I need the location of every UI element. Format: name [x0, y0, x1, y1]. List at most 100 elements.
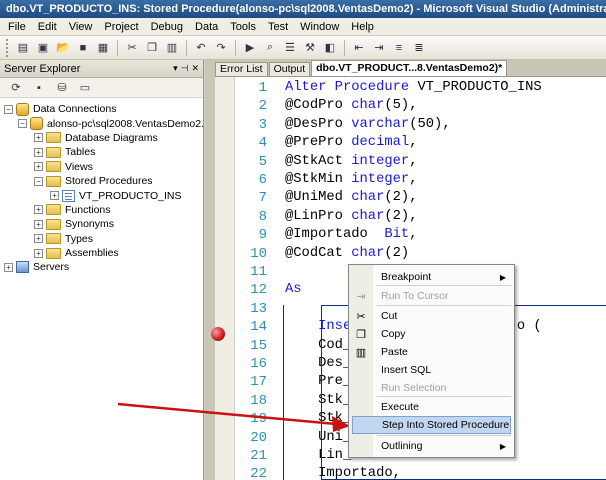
- code-line: @DesPro varchar(50),: [285, 117, 451, 132]
- find-icon[interactable]: ⌕: [262, 40, 278, 56]
- collapse-icon[interactable]: −: [18, 119, 27, 129]
- tab-error-list[interactable]: Error List: [215, 62, 268, 76]
- code-line: Alter Procedure VT_PRODUCTO_INS: [285, 80, 542, 95]
- stop-refresh-icon[interactable]: ▪: [31, 80, 47, 96]
- context-menu-item-breakpoint[interactable]: Breakpoint ▶: [349, 268, 514, 286]
- line-number: 22: [250, 466, 267, 480]
- expand-icon[interactable]: +: [34, 162, 43, 172]
- line-number: 2: [258, 98, 267, 115]
- run-to-cursor-icon: ⇥: [356, 290, 366, 303]
- tree-node-views[interactable]: + Views: [0, 160, 203, 174]
- connect-database-icon[interactable]: ⛁: [54, 80, 70, 96]
- tree-node-servers[interactable]: + Servers: [0, 260, 203, 274]
- context-menu-item-insert-sql[interactable]: Insert SQL: [349, 361, 514, 379]
- code-token: (2),: [384, 208, 418, 224]
- refresh-icon[interactable]: ⟳: [8, 80, 24, 96]
- indent-icon[interactable]: ⇥: [371, 40, 387, 56]
- context-menu-item-cut[interactable]: ✂ Cut: [349, 307, 514, 325]
- collapse-icon[interactable]: −: [4, 104, 13, 114]
- folder-icon: [46, 175, 61, 187]
- database-connection-icon: [30, 117, 43, 131]
- menu-help[interactable]: Help: [345, 18, 380, 36]
- dropdown-icon[interactable]: ▾: [173, 63, 178, 74]
- tree-node-vt-producto-ins[interactable]: + VT_PRODUCTO_INS: [0, 188, 203, 202]
- redo-icon[interactable]: ↷: [213, 40, 229, 56]
- line-number: 19: [250, 411, 267, 428]
- close-icon[interactable]: ✕: [191, 63, 199, 74]
- cut-icon[interactable]: ✂: [124, 40, 140, 56]
- collapse-icon[interactable]: −: [34, 176, 43, 186]
- tree-node-tables[interactable]: + Tables: [0, 145, 203, 159]
- tree-node-assemblies[interactable]: + Assemblies: [0, 246, 203, 260]
- expand-icon[interactable]: +: [50, 191, 59, 201]
- menu-project[interactable]: Project: [98, 18, 144, 36]
- toolbox-icon[interactable]: ⚒: [302, 40, 318, 56]
- new-project-icon[interactable]: ▤: [15, 40, 31, 56]
- tree-node-types[interactable]: + Types: [0, 232, 203, 246]
- solution-explorer-icon[interactable]: ◧: [322, 40, 338, 56]
- properties-icon[interactable]: ☰: [282, 40, 298, 56]
- tree-node-functions[interactable]: + Functions: [0, 203, 203, 217]
- line-number: 1: [258, 80, 267, 96]
- sql-keyword: decimal: [351, 135, 410, 151]
- outdent-icon[interactable]: ⇤: [351, 40, 367, 56]
- code-line: @UniMed char(2),: [285, 190, 418, 205]
- context-menu-item-run-to-cursor[interactable]: ⇥ Run To Cursor: [349, 287, 514, 305]
- tab-output[interactable]: Output: [268, 62, 311, 76]
- uncomment-icon[interactable]: ≣: [411, 40, 427, 56]
- context-menu-label: Execute: [381, 401, 419, 413]
- tree-node-database-diagrams[interactable]: + Database Diagrams: [0, 131, 203, 145]
- line-number: 3: [258, 116, 267, 133]
- copy-icon[interactable]: ❐: [144, 40, 160, 56]
- context-menu-item-copy[interactable]: ❐ Copy: [349, 325, 514, 343]
- context-menu-item-step-into-stored-procedure[interactable]: Step Into Stored Procedure: [352, 416, 511, 434]
- paste-icon[interactable]: ▥: [164, 40, 180, 56]
- expand-icon[interactable]: +: [34, 205, 43, 215]
- line-number: 13: [250, 300, 267, 317]
- code-line: @CodPro char(5),: [285, 98, 418, 113]
- tree-node-label: VT_PRODUCTO_INS: [79, 189, 182, 202]
- menu-tools[interactable]: Tools: [224, 18, 262, 36]
- comment-icon[interactable]: ≡: [391, 40, 407, 56]
- indicator-margin[interactable]: [215, 77, 235, 480]
- expand-icon[interactable]: +: [34, 147, 43, 157]
- connect-server-icon[interactable]: ▭: [77, 80, 93, 96]
- tree-node-stored-procedures[interactable]: − Stored Procedures: [0, 174, 203, 188]
- context-menu: Breakpoint ▶ ⇥ Run To Cursor ✂ Cut ❐ Copy ▥ Paste…: [348, 264, 515, 458]
- add-item-icon[interactable]: ▣: [35, 40, 51, 56]
- menu-edit[interactable]: Edit: [32, 18, 63, 36]
- save-all-icon[interactable]: ▦: [95, 40, 111, 56]
- server-explorer-tree: − Data Connections − alonso-pc\sql2008.V…: [0, 98, 204, 275]
- expand-icon[interactable]: +: [4, 262, 13, 272]
- tree-node-data-connections[interactable]: − Data Connections: [0, 102, 203, 116]
- undo-icon[interactable]: ↶: [193, 40, 209, 56]
- save-icon[interactable]: ■: [75, 40, 91, 56]
- toolbar-grip[interactable]: [6, 38, 10, 57]
- pin-icon[interactable]: ⊣: [181, 63, 189, 74]
- document-tabs: Error List Output dbo.VT_PRODUCT...8.Ven…: [215, 60, 508, 76]
- expand-icon[interactable]: +: [34, 219, 43, 229]
- menu-view[interactable]: View: [63, 18, 99, 36]
- expand-icon[interactable]: +: [34, 248, 43, 258]
- code-token: @StkMin: [285, 172, 352, 187]
- tab-stored-procedure[interactable]: dbo.VT_PRODUCT...8.VentasDemo2)*: [311, 60, 508, 76]
- expand-icon[interactable]: +: [34, 234, 43, 244]
- context-menu-item-execute[interactable]: Execute: [349, 398, 514, 416]
- expand-icon[interactable]: +: [34, 133, 43, 143]
- context-menu-item-run-selection[interactable]: Run Selection: [349, 379, 514, 397]
- menu-test[interactable]: Test: [262, 18, 294, 36]
- paste-icon: ▥: [355, 346, 367, 359]
- context-menu-item-outlining[interactable]: Outlining ▶: [349, 437, 514, 455]
- code-token: (50),: [409, 116, 451, 132]
- menu-debug[interactable]: Debug: [145, 18, 189, 36]
- open-file-icon[interactable]: 📂: [55, 40, 71, 56]
- menu-file[interactable]: File: [2, 18, 32, 36]
- breakpoint-icon[interactable]: [211, 327, 225, 341]
- menu-window[interactable]: Window: [294, 18, 345, 36]
- context-menu-item-paste[interactable]: ▥ Paste: [349, 343, 514, 361]
- toolbar-separator: [344, 39, 345, 56]
- tree-node-synonyms[interactable]: + Synonyms: [0, 217, 203, 231]
- menu-data[interactable]: Data: [189, 18, 224, 36]
- start-debug-icon[interactable]: ▶: [242, 40, 258, 56]
- tree-node-connection[interactable]: − alonso-pc\sql2008.VentasDemo2.: [0, 116, 204, 131]
